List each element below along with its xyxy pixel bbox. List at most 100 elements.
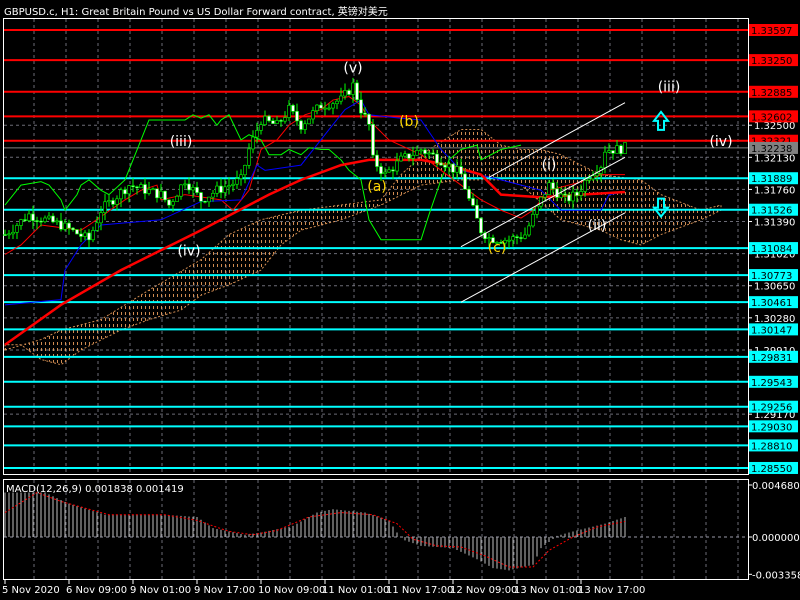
- macd-scale-label: -0.003358: [752, 570, 800, 581]
- candle-body: [91, 230, 95, 241]
- candle-body: [139, 184, 143, 189]
- candle-body: [407, 153, 411, 159]
- candle-body: [391, 169, 395, 172]
- candle-body: [151, 188, 155, 191]
- candle-body: [363, 112, 367, 115]
- candle-body: [411, 154, 415, 159]
- candle-body: [191, 187, 195, 191]
- support-price-label: 1.30147: [751, 325, 792, 336]
- candle-body: [243, 165, 247, 176]
- candle-body: [523, 234, 527, 239]
- candle-body: [359, 99, 363, 114]
- candle-body: [623, 142, 627, 154]
- candle-body: [567, 194, 571, 202]
- candle-body: [351, 82, 355, 95]
- time-label: 11 Nov 01:00: [322, 585, 389, 596]
- candle-body: [319, 104, 323, 109]
- candle-body: [231, 183, 235, 186]
- candle-body: [211, 192, 215, 198]
- candle-body: [439, 162, 443, 166]
- candle-body: [119, 189, 123, 200]
- candle-body: [583, 180, 587, 192]
- candle-body: [75, 229, 79, 235]
- candle-body: [343, 90, 347, 97]
- candle-body: [603, 151, 607, 169]
- candle-body: [295, 111, 299, 122]
- support-price-label: 1.29543: [751, 378, 792, 389]
- candle-body: [447, 163, 451, 168]
- candle-body: [267, 115, 271, 122]
- candle-body: [95, 222, 99, 231]
- candle-body: [531, 213, 535, 227]
- candle-body: [103, 201, 107, 213]
- candle-body: [127, 185, 131, 195]
- candle-body: [527, 225, 531, 236]
- time-label: 11 Nov 17:00: [386, 585, 453, 596]
- wave-label: (a): [367, 179, 387, 195]
- candle-body: [15, 225, 19, 233]
- resistance-price-label: 1.33597: [751, 26, 792, 37]
- resistance-price-label: 1.32602: [751, 112, 792, 123]
- support-price-label: 1.30461: [751, 298, 792, 309]
- candle-body: [375, 154, 379, 167]
- candle-body: [263, 115, 267, 125]
- candle-body: [367, 114, 371, 125]
- candle-body: [67, 222, 71, 229]
- resistance-price-label: 1.33250: [751, 56, 792, 67]
- candle-body: [615, 145, 619, 154]
- candle-body: [35, 220, 39, 222]
- candle-body: [239, 174, 243, 179]
- candle-body: [435, 153, 439, 164]
- candle-body: [395, 160, 399, 172]
- time-label: 13 Nov 17:00: [578, 585, 645, 596]
- candle-body: [287, 105, 291, 118]
- candle-body: [291, 105, 295, 112]
- macd-label: MACD(12,26,9) 0.001838 0.001419: [6, 484, 184, 495]
- candle-body: [55, 220, 59, 223]
- time-label: 9 Nov 17:00: [194, 585, 255, 596]
- candle-body: [219, 185, 223, 193]
- price-chart[interactable]: (v) (iii) (iv) (i) (ii) (iii) (iv) (a) (b) (c) MAC…: [0, 0, 800, 600]
- candle-body: [331, 103, 335, 109]
- time-label: 9 Nov 01:00: [130, 585, 191, 596]
- candle-body: [51, 215, 55, 223]
- candle-body: [223, 186, 227, 193]
- candle-body: [455, 166, 459, 173]
- candle-body: [463, 173, 467, 190]
- time-label: 13 Nov 01:00: [514, 585, 581, 596]
- candle-body: [471, 198, 475, 206]
- candle-body: [551, 182, 555, 190]
- candle-body: [271, 120, 275, 124]
- resistance-price-label: 1.32885: [751, 88, 792, 99]
- candle-body: [387, 169, 391, 173]
- current-price-label: 1.32238: [751, 144, 792, 155]
- candle-body: [335, 100, 339, 105]
- candle-body: [507, 239, 511, 242]
- wave-label: (ii): [588, 218, 607, 234]
- candle-body: [187, 183, 191, 191]
- candle-body: [619, 145, 623, 154]
- candle-body: [315, 104, 319, 112]
- candle-body: [143, 184, 147, 194]
- wave-label: (iii): [170, 134, 193, 150]
- candle-body: [131, 185, 135, 188]
- candle-body: [39, 220, 43, 223]
- price-tick-label: 1.30280: [754, 314, 795, 325]
- candle-body: [543, 194, 547, 198]
- candle-body: [83, 232, 87, 237]
- support-price-label: 1.28810: [751, 441, 792, 452]
- candle-body: [171, 201, 175, 206]
- candle-body: [515, 236, 519, 238]
- time-label: 10 Nov 09:00: [258, 585, 325, 596]
- candle-body: [571, 191, 575, 202]
- price-tick-label: 1.30650: [754, 282, 795, 293]
- candle-body: [27, 213, 31, 221]
- candle-body: [547, 182, 551, 196]
- candle-body: [227, 185, 231, 188]
- wave-label: (i): [542, 157, 557, 173]
- candle-body: [379, 166, 383, 174]
- candle-body: [535, 205, 539, 215]
- candle-body: [607, 150, 611, 153]
- candle-body: [19, 219, 23, 226]
- candle-body: [79, 233, 83, 237]
